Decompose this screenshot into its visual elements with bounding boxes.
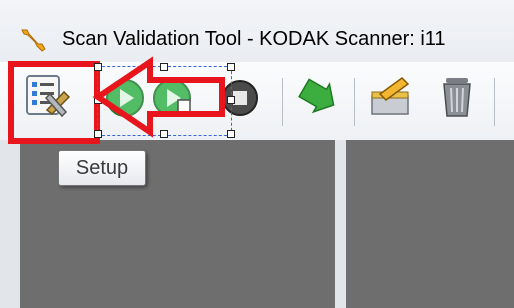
annotation-arrow	[92, 56, 225, 138]
left-arrow-icon	[92, 56, 225, 138]
